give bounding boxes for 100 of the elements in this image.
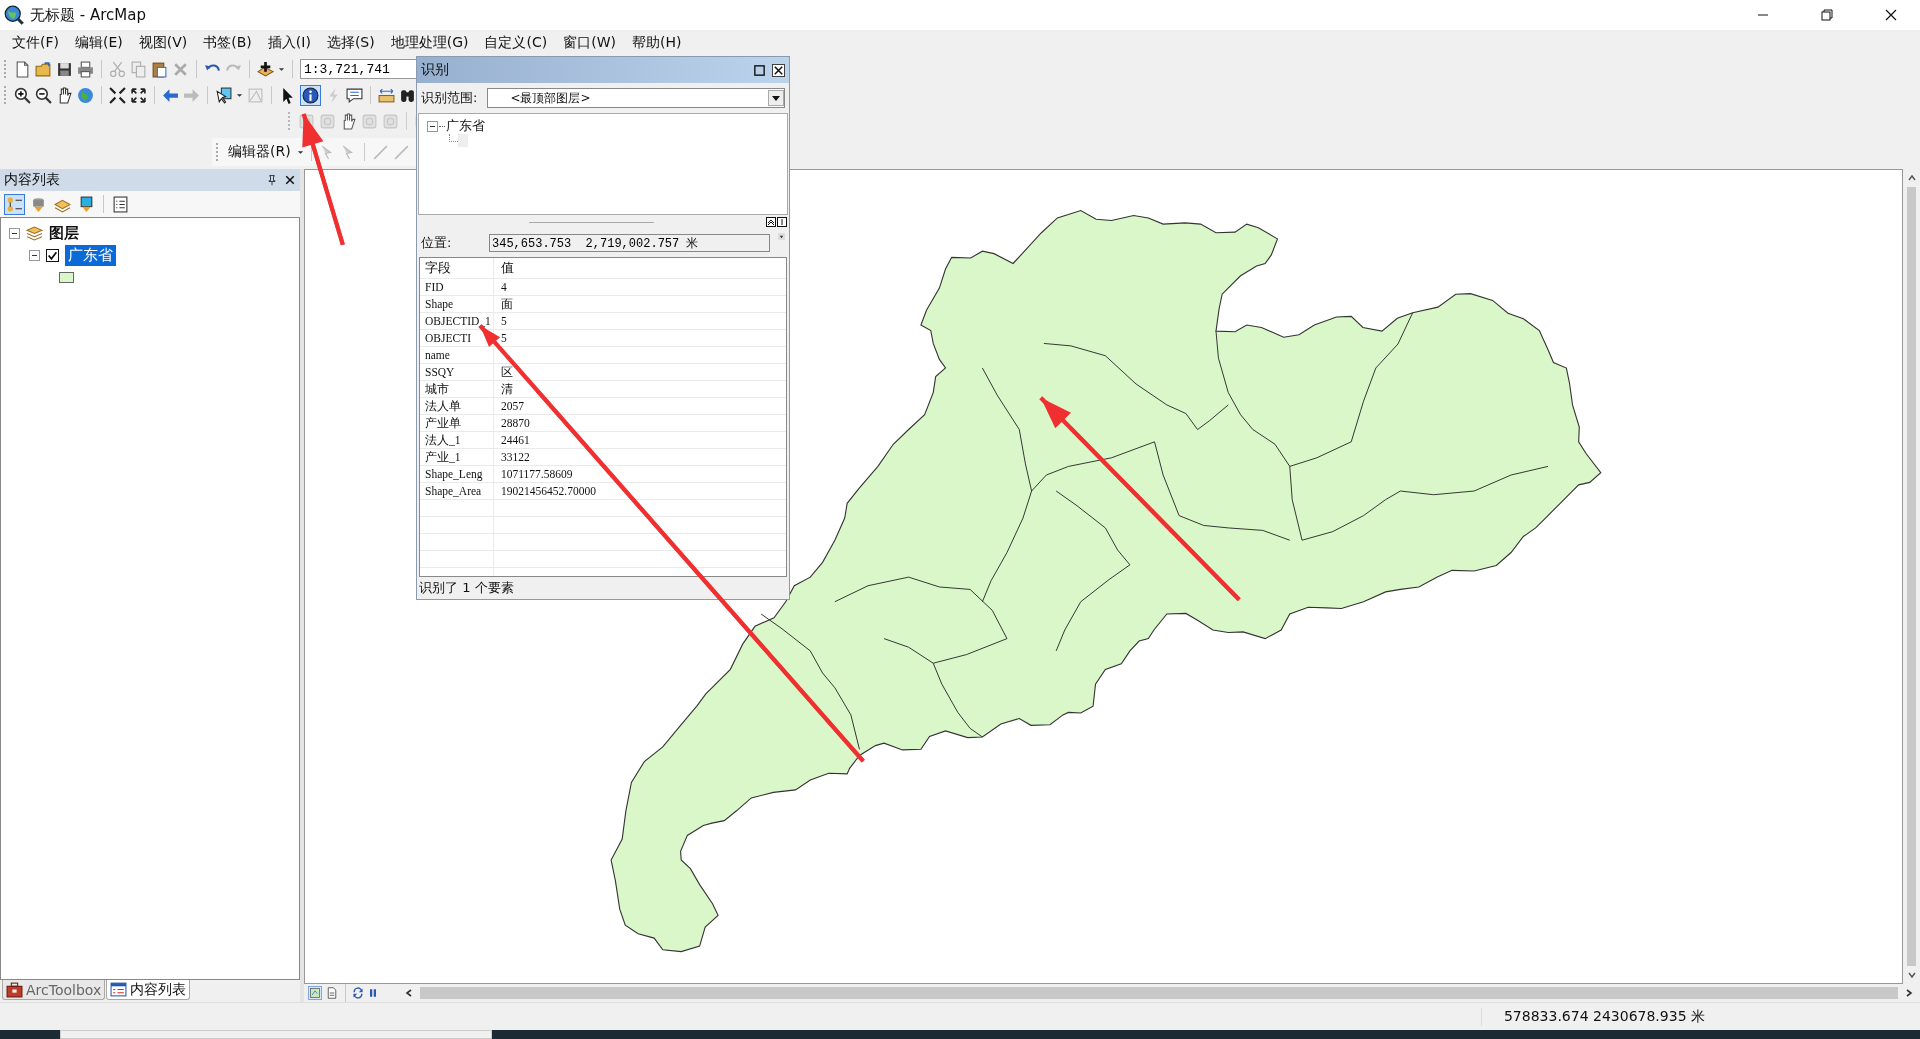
app-icon: [4, 5, 24, 25]
refresh-icon[interactable]: [352, 987, 364, 999]
panel-tab[interactable]: 内容列表: [106, 980, 191, 1000]
toolbox-icon: [6, 981, 23, 998]
panel-title: 内容列表: [4, 171, 60, 189]
column-header: 字段: [420, 258, 494, 278]
table-cell: 产业单: [420, 415, 494, 431]
table-cell: Shape_Area: [420, 483, 494, 499]
table-cell: 24461: [501, 434, 530, 446]
window-title: 无标题 - ArcMap: [30, 5, 146, 25]
layer-label[interactable]: 广东省: [65, 244, 116, 266]
drawing-order-icon: [6, 195, 23, 213]
table-cell: 面: [501, 296, 513, 312]
table-cell: SSQY: [420, 364, 494, 380]
scroll-right-icon[interactable]: [1904, 988, 1914, 998]
restore-icon[interactable]: [1819, 7, 1835, 23]
layer-checkbox[interactable]: [46, 248, 59, 262]
select-features-icon[interactable]: [215, 86, 232, 104]
menu-item[interactable]: 自定义(C): [476, 34, 556, 52]
table-cell: 城市: [420, 381, 494, 397]
field-label: 识别范围:: [421, 89, 478, 107]
scroll-up-icon[interactable]: [1906, 173, 1917, 183]
feature-node[interactable]: [458, 134, 468, 147]
table-cell: Shape_Leng: [420, 466, 494, 482]
menu-item[interactable]: 插入(I): [259, 34, 319, 52]
table-cell: FID: [420, 279, 494, 295]
layer-group-label[interactable]: 图层: [49, 223, 79, 243]
collapse-icon[interactable]: [427, 120, 438, 132]
layers-icon: [26, 224, 43, 242]
dialog-title: 识别: [421, 61, 449, 79]
save-icon[interactable]: [56, 60, 73, 78]
list-icon: [110, 981, 128, 998]
open-folder-icon[interactable]: [35, 60, 52, 78]
info-icon: [302, 86, 319, 104]
location-field[interactable]: 345,653.753 2,719,002.757 米: [489, 234, 770, 252]
status-text: 识别了 1 个要素: [419, 579, 514, 597]
pause-icon[interactable]: [367, 987, 379, 999]
options-icon: [112, 195, 129, 213]
table-cell: 1071177.58609: [501, 468, 573, 480]
menu-item[interactable]: 窗口(W): [555, 34, 624, 52]
print-icon[interactable]: [77, 60, 94, 78]
collapse-icon[interactable]: [29, 249, 40, 261]
table-cell: 19021456452.70000: [501, 485, 596, 497]
data-view-icon: [309, 987, 321, 999]
menu-item[interactable]: 地理处理(G): [382, 34, 477, 52]
caret-icon[interactable]: [778, 233, 785, 240]
table-cell: 4: [501, 281, 507, 293]
layout-toggle-icon[interactable]: [777, 217, 787, 227]
table-cell: 5: [501, 332, 507, 344]
menu-item[interactable]: 帮助(H): [623, 34, 690, 52]
fixed-zoom-in-icon[interactable]: [109, 86, 126, 104]
table-cell: 法人单: [420, 398, 494, 414]
selection-list-icon: [78, 195, 95, 213]
scroll-left-icon[interactable]: [404, 988, 414, 998]
view-mode-button[interactable]: [110, 193, 131, 215]
source-list-icon: [30, 195, 47, 213]
menu-item[interactable]: 视图(V): [130, 34, 196, 52]
panel-tab[interactable]: ArcToolbox: [2, 980, 106, 1000]
view-toggle-button[interactable]: [325, 986, 339, 1000]
collapse-icon[interactable]: [9, 227, 20, 239]
taskbar-search-field[interactable]: [60, 1030, 492, 1039]
tree-item[interactable]: 广东省: [446, 117, 485, 135]
table-cell: 产业_1: [420, 449, 494, 465]
paste-icon[interactable]: [151, 60, 168, 78]
maximize-icon[interactable]: [753, 63, 766, 77]
scope-dropdown[interactable]: <最顶部图层>: [487, 88, 785, 108]
table-cell: 清: [501, 381, 513, 397]
measure-icon[interactable]: [378, 86, 395, 104]
table-cell: 区: [501, 364, 513, 380]
view-mode-button[interactable]: [4, 193, 25, 215]
close-icon[interactable]: [772, 63, 785, 77]
close-icon[interactable]: [284, 174, 296, 186]
table-cell: 2057: [501, 400, 524, 412]
legend-swatch: [59, 271, 74, 283]
layout-view-icon: [326, 987, 338, 999]
table-cell: 28870: [501, 417, 530, 429]
table-cell: Shape: [420, 296, 494, 312]
menu-item[interactable]: 书签(B): [195, 34, 260, 52]
menu-item[interactable]: 编辑(E): [67, 34, 131, 52]
fixed-zoom-out-icon[interactable]: [130, 86, 147, 104]
add-data-icon[interactable]: [257, 60, 274, 78]
view-toggle-button[interactable]: [308, 986, 322, 1000]
table-cell: 33122: [501, 451, 530, 463]
popup-icon[interactable]: [346, 86, 363, 104]
table-cell: 法人_1: [420, 432, 494, 448]
column-header: 值: [500, 259, 515, 277]
menu-item[interactable]: 文件(F): [4, 34, 67, 52]
zoom-out-icon[interactable]: [35, 86, 52, 104]
zoom-in-icon[interactable]: [14, 86, 31, 104]
expand-up-icon[interactable]: [766, 217, 776, 227]
scroll-down-icon[interactable]: [1906, 970, 1917, 980]
field-label: 位置:: [421, 234, 453, 252]
identify-button[interactable]: [300, 84, 321, 106]
coordinates-readout: 578833.674 2430678.935 米: [1480, 1007, 1705, 1026]
menu-item[interactable]: 选择(S): [318, 34, 383, 52]
table-cell: name: [420, 347, 494, 363]
close-icon[interactable]: [1883, 7, 1899, 23]
scale-field[interactable]: 1:3,721,741: [300, 59, 418, 79]
new-document-icon[interactable]: [14, 60, 31, 78]
pin-icon[interactable]: [266, 174, 278, 186]
